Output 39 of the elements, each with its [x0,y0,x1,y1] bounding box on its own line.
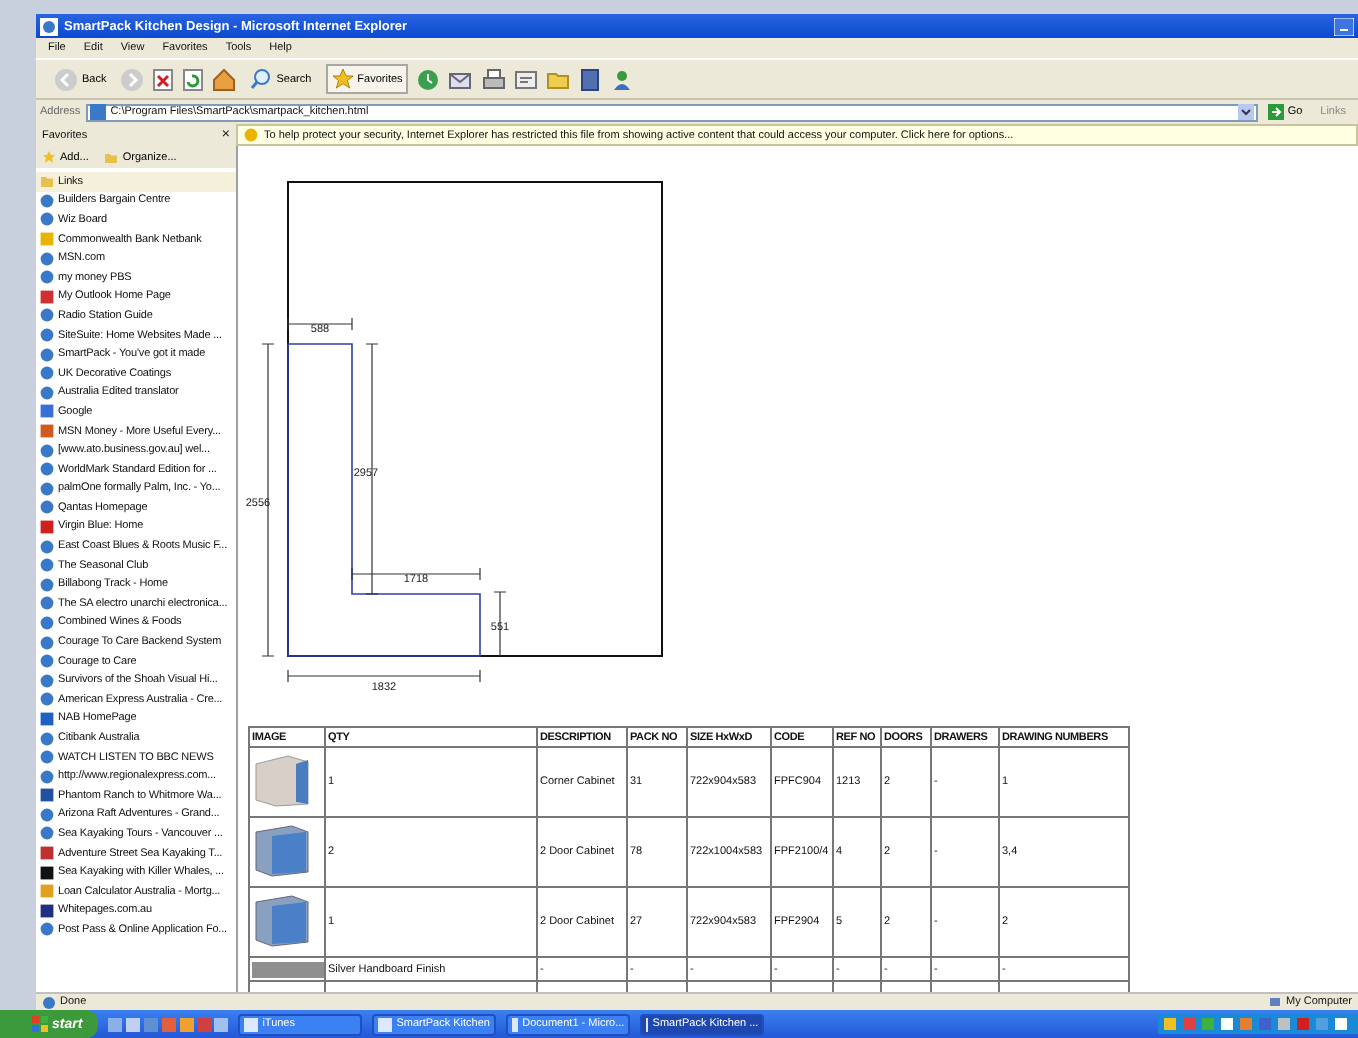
window-icon [244,1017,259,1031]
folder-icon [104,150,119,164]
window-icon [512,1017,519,1031]
site-icon [40,519,54,534]
window-icon [378,1017,393,1031]
computer-icon [1267,995,1282,1009]
minimize-icon[interactable] [1334,17,1354,35]
site-icon [40,711,54,726]
folder-icon [40,174,54,189]
site-icon [40,788,54,803]
cabinet-image [252,892,312,948]
print-icon[interactable] [482,67,507,91]
refresh-icon[interactable] [182,67,205,91]
shield-icon [244,128,258,142]
edit-icon[interactable] [514,67,539,91]
search-icon [250,68,273,90]
history-icon[interactable] [416,67,441,91]
dropdown-icon[interactable] [1237,104,1254,120]
page-icon [42,995,56,1009]
star-icon [42,150,56,164]
arrow-icon [1267,104,1284,120]
star-icon [331,68,354,90]
dimension-line [287,317,353,331]
quick-launch-drawing[interactable] [108,1015,229,1033]
windows-logo-icon [32,1016,48,1032]
mail-icon[interactable] [448,67,475,91]
home-icon[interactable] [212,67,237,91]
stop-icon[interactable] [152,67,175,91]
site-icon [40,289,54,304]
site-icon [40,232,54,247]
finish-swatch [252,961,323,977]
cabinet-image [252,752,312,808]
page-icon [90,104,107,120]
messenger-icon[interactable] [610,67,635,91]
globe-icon [40,922,54,937]
book-icon[interactable] [578,67,603,91]
cabinet-image [252,822,312,878]
browser-icon [40,17,58,35]
dimension-line [493,591,507,657]
